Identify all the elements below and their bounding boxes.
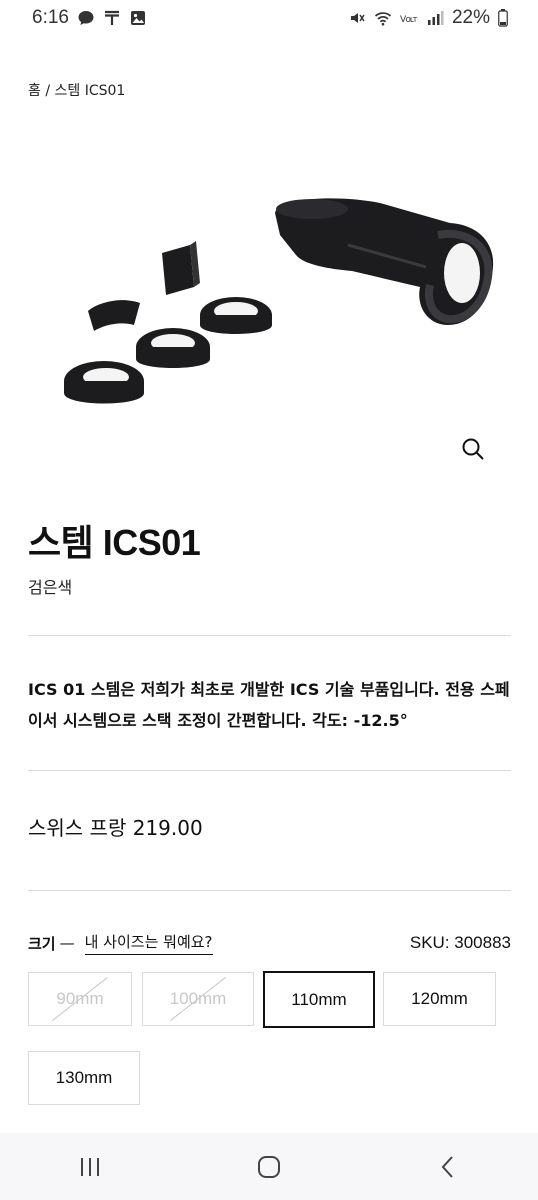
mute-icon: [350, 13, 365, 23]
size-dash: —: [59, 934, 75, 952]
size-label: 크기: [28, 934, 56, 953]
size-header: 크기 — 내 사이즈는 뭐예요? SKU: 300883: [28, 931, 511, 955]
gallery-icon: [130, 11, 145, 25]
system-nav-bar: [0, 1133, 538, 1200]
signal-icon: [427, 11, 444, 25]
spacer-clip: [162, 241, 200, 295]
back-icon: [441, 1155, 454, 1178]
status-bar-left: 6:16: [32, 7, 147, 29]
stem-body: [275, 198, 494, 325]
t-app-icon: [104, 10, 119, 25]
product-image: [64, 198, 494, 404]
status-bar: 6:16 VoLTE 22%: [0, 0, 538, 36]
clock: 6:16: [32, 7, 69, 28]
size-option-130mm[interactable]: 130mm: [28, 1051, 140, 1105]
home-button[interactable]: [239, 1142, 299, 1192]
divider: [28, 890, 511, 891]
battery-icon: [498, 9, 508, 27]
size-guide-link[interactable]: 내 사이즈는 뭐예요?: [84, 931, 213, 955]
divider: [28, 770, 511, 771]
product-color: 검은색: [28, 578, 73, 597]
breadcrumb[interactable]: 홈 / 스템 ICS01: [28, 80, 125, 100]
sku: SKU: 300883: [409, 933, 511, 952]
size-option-90mm[interactable]: 90mm: [28, 972, 132, 1026]
spacer-cover: [88, 300, 140, 331]
divider: [28, 635, 511, 636]
zoom-button[interactable]: [460, 436, 486, 462]
wifi-icon: [374, 12, 392, 26]
magnifier-icon: [462, 438, 484, 460]
size-option-110mm[interactable]: 110mm: [263, 971, 375, 1028]
chat-bubble-icon: [78, 11, 94, 25]
status-bar-right: VoLTE 22%: [348, 7, 508, 29]
product-price: 스위스 프랑 219.00: [28, 816, 203, 840]
back-button[interactable]: [418, 1142, 478, 1192]
svg-text:LTE: LTE: [410, 16, 418, 24]
recent-apps-button[interactable]: [60, 1142, 120, 1192]
recent-apps-icon: [80, 1157, 99, 1176]
home-icon: [257, 1155, 280, 1178]
size-option-100mm[interactable]: 100mm: [142, 972, 254, 1026]
battery-percent: 22%: [451, 7, 490, 28]
size-option-120mm[interactable]: 120mm: [383, 972, 496, 1026]
product-description: ICS 01 스템은 저희가 최초로 개발한 ICS 기술 부품입니다. 전용 …: [28, 680, 510, 730]
product-title: 스템 ICS01: [28, 522, 201, 563]
volte-icon: VoLTE: [400, 15, 418, 25]
